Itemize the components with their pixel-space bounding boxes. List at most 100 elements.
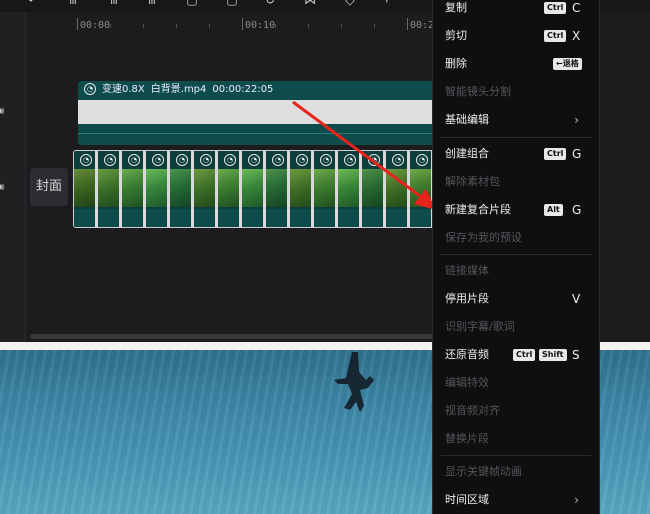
menu-item[interactable]: 剪切 Ctrl X: [433, 25, 599, 47]
shortcut-modifier: Alt: [544, 204, 563, 216]
volume-line[interactable]: [78, 133, 438, 134]
person-reflection-image: [334, 352, 374, 412]
split-right-icon[interactable]: ⋔: [145, 0, 159, 6]
cover-button[interactable]: 封面: [30, 168, 68, 206]
split-icon[interactable]: ⋔: [66, 0, 80, 6]
freeze-icon[interactable]: ▢: [225, 0, 239, 6]
video-frame-thumbnail: ◔变: [290, 151, 314, 227]
audio-clip[interactable]: ◔ 变速0.8X 白背景.mp4 00:00:22:05: [78, 81, 438, 145]
speed-icon: ◔: [320, 153, 332, 166]
video-frame-thumbnail: ◔变: [242, 151, 266, 227]
shortcut-modifier: Ctrl: [544, 148, 567, 160]
speed-icon: ◔: [368, 153, 380, 166]
menu-item: 编辑特效: [433, 372, 599, 394]
shortcut-key: G: [572, 203, 582, 217]
menu-item-label: 时间区域: [445, 493, 489, 506]
menu-item-label: 删除: [445, 57, 467, 70]
video-frame-thumbnail: ◔变: [170, 151, 194, 227]
mirror-icon[interactable]: ⋈: [303, 0, 317, 6]
video-clip[interactable]: ◔变◔变◔变◔变◔变◔变◔变◔变◔变◔变◔变◔变◔变◔变◔变: [73, 150, 443, 228]
speed-icon: ◔: [128, 153, 140, 166]
menu-item-label: 智能镜头分割: [445, 85, 511, 98]
chevron-right-icon: ›: [574, 493, 579, 507]
video-frame-thumbnail: ◔变: [314, 151, 338, 227]
timeline-scrollbar[interactable]: [30, 334, 450, 339]
video-frame-thumbnail: ◔变: [122, 151, 146, 227]
video-frame-thumbnail: ◔变: [194, 151, 218, 227]
video-frame-thumbnail: ◔变: [362, 151, 386, 227]
clip-duration: 00:00:22:05: [212, 84, 274, 95]
speed-icon: ◔: [84, 83, 96, 95]
menu-item[interactable]: 复制 Ctrl C: [433, 0, 599, 19]
video-frame-thumbnail: ◔变: [74, 151, 98, 227]
shortcut-key: X: [572, 29, 581, 43]
menu-item[interactable]: 基础编辑 ›: [433, 109, 599, 131]
menu-item[interactable]: 删除 ←退格: [433, 53, 599, 75]
shortcut-key: S: [572, 348, 580, 362]
speed-icon: ◔: [344, 153, 356, 166]
menu-item: 替换片段: [433, 428, 599, 450]
video-frame-thumbnail: ◔变: [218, 151, 242, 227]
menu-item: 解除素材包: [433, 171, 599, 193]
menu-item-label: 复制: [445, 1, 467, 14]
audio-track-volume-icon[interactable]: 🔊︎: [0, 106, 12, 118]
menu-separator: [441, 455, 591, 456]
menu-item-label: 替换片段: [445, 432, 489, 445]
menu-item-label: 剪切: [445, 29, 467, 42]
shortcut-modifier: Shift: [539, 349, 567, 361]
shortcut-modifier: Ctrl: [513, 349, 536, 361]
split-left-icon[interactable]: ⋔: [107, 0, 121, 6]
menu-item: 保存为我的预设: [433, 227, 599, 249]
menu-item-label: 创建组合: [445, 147, 489, 160]
speed-icon: ◔: [392, 153, 404, 166]
delete-icon[interactable]: ▢: [185, 0, 199, 6]
video-frame-thumbnail: ◔变: [98, 151, 122, 227]
menu-item: 显示关键帧动画: [433, 461, 599, 483]
undo-icon[interactable]: ↶: [26, 0, 40, 6]
speed-icon: ◔: [416, 153, 428, 166]
video-frame-thumbnail: ◔变: [386, 151, 410, 227]
video-frame-thumbnail: ◔变: [338, 151, 362, 227]
shortcut-key: C: [572, 1, 581, 15]
shortcut-modifier: Ctrl: [544, 30, 567, 42]
speed-icon: ◔: [248, 153, 260, 166]
shortcut-key: G: [572, 147, 582, 161]
menu-item[interactable]: 新建复合片段 Alt G: [433, 199, 599, 221]
menu-item[interactable]: 停用片段 V: [433, 288, 599, 310]
speed-icon: ◔: [296, 153, 308, 166]
rotate-icon[interactable]: ◇: [343, 0, 357, 6]
menu-item-label: 编辑特效: [445, 376, 489, 389]
menu-item-label: 链接媒体: [445, 264, 489, 277]
menu-item-label: 解除素材包: [445, 175, 500, 188]
menu-item: 识别字幕/歌词: [433, 316, 599, 338]
menu-item[interactable]: 创建组合 Ctrl G: [433, 143, 599, 165]
shortcut-modifier: Ctrl: [544, 2, 567, 14]
ruler-tick-label: 00:10: [245, 20, 276, 31]
speed-icon: ◔: [272, 153, 284, 166]
context-menu: 复制 Ctrl C 剪切 Ctrl X 删除 ←退格智能镜头分割基础编辑 › 创建组合 Ctrl G 解…: [432, 0, 600, 514]
menu-separator: [441, 254, 591, 255]
audio-waveform: [78, 100, 438, 124]
menu-item-label: 停用片段: [445, 292, 489, 305]
speed-icon: ◔: [200, 153, 212, 166]
track-header-column: 🔊︎ 🔊︎: [0, 12, 26, 342]
speed-icon: ◔: [224, 153, 236, 166]
menu-item[interactable]: 时间区域 ›: [433, 489, 599, 511]
crop-icon[interactable]: ⌐: [383, 0, 397, 6]
video-frame-thumbnail: ◔变: [266, 151, 290, 227]
reverse-icon[interactable]: ↻: [263, 0, 277, 6]
video-frame-thumbnail: ◔变: [410, 151, 434, 227]
ruler-tick-label: 00:00: [80, 20, 111, 31]
shortcut-modifier: ←退格: [553, 58, 582, 70]
menu-item-label: 还原音频: [445, 348, 489, 361]
menu-item: 视音频对齐: [433, 400, 599, 422]
menu-item: 链接媒体: [433, 260, 599, 282]
clip-speed-label: 变速0.8X: [102, 84, 145, 95]
menu-item-label: 显示关键帧动画: [445, 465, 522, 478]
clip-file-name: 白背景.mp4: [150, 84, 207, 95]
menu-item: 智能镜头分割: [433, 81, 599, 103]
chevron-right-icon: ›: [574, 113, 579, 127]
video-track-volume-icon[interactable]: 🔊︎: [0, 182, 12, 194]
speed-icon: ◔: [152, 153, 164, 166]
menu-item[interactable]: 还原音频 Ctrl Shift S: [433, 344, 599, 366]
